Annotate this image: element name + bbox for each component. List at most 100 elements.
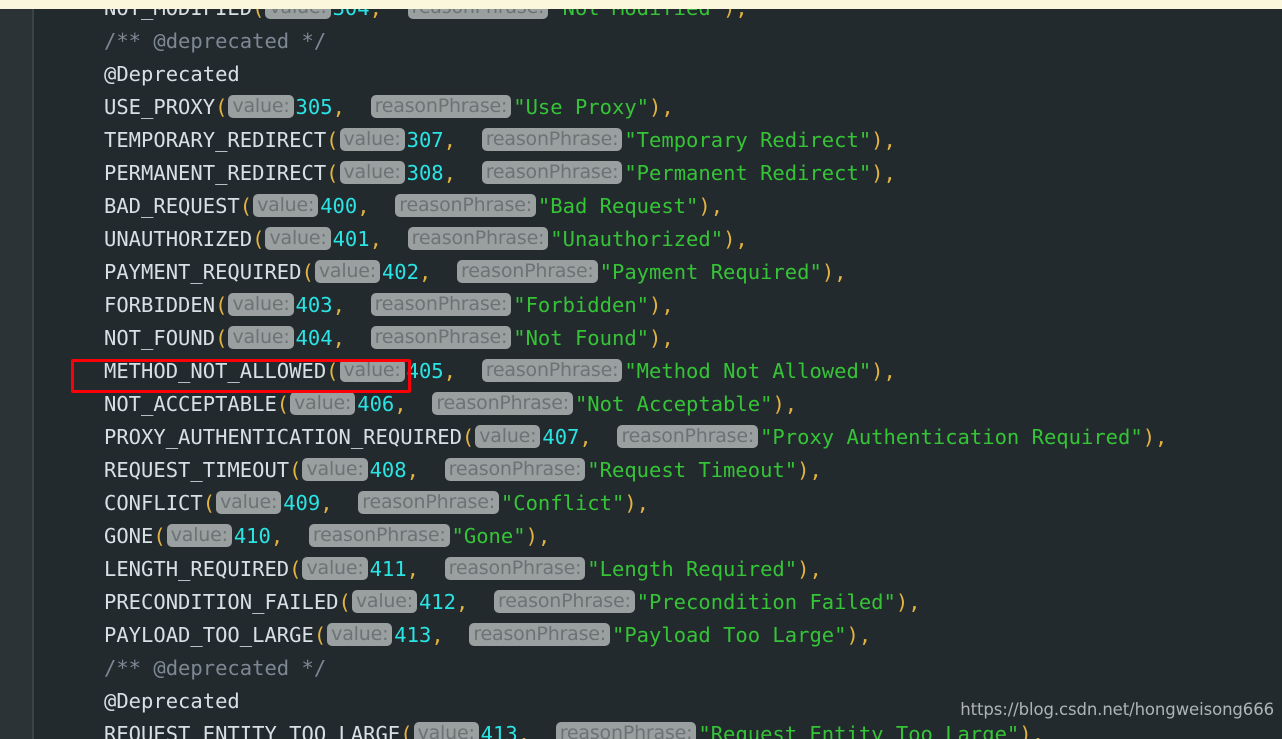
reason-phrase-string: "Permanent Redirect" [624,161,872,185]
inline-hint-reason-phrase: reasonPhrase: [617,425,759,448]
inline-hint-reason-phrase: reasonPhrase: [370,293,512,316]
code-line[interactable]: REQUEST_TIMEOUT(value: 408, reasonPhrase:… [34,454,1282,487]
reason-phrase-string: "Forbidden" [513,293,650,317]
code-line[interactable]: NOT_FOUND(value: 404, reasonPhrase: "Not F… [34,322,1282,355]
java-annotation: @Deprecated [104,62,240,86]
close-paren: ) [846,623,859,647]
open-paren: ( [215,95,228,119]
enum-constant-name: REQUEST_ENTITY_TOO_LARGE [104,722,401,739]
close-paren: ) [797,557,810,581]
code-line[interactable]: TEMPORARY_REDIRECT(value: 307, reasonPhra… [34,124,1282,157]
enum-constant-name: NOT_ACCEPTABLE [104,392,277,416]
inline-hint-value: value: [228,95,294,118]
enum-constant-name: PAYLOAD_TOO_LARGE [104,623,314,647]
inline-hint-value: value: [351,590,417,613]
code-line[interactable]: CONFLICT(value: 409, reasonPhrase: "Confli… [34,487,1282,520]
close-paren: ) [649,95,662,119]
comma: , [332,326,345,350]
open-paren: ( [239,194,253,218]
javadoc-comment: /** @deprecated */ [104,29,327,53]
close-paren: ) [871,161,884,185]
inline-hint-reason-phrase: reasonPhrase: [444,557,586,580]
inline-hint-value: value: [253,194,319,217]
status-code-number: 408 [369,458,407,482]
comma: , [735,227,748,251]
comma: , [883,359,896,383]
close-paren: ) [1019,722,1032,739]
enum-constant-name: METHOD_NOT_ALLOWED [104,359,327,383]
inline-hint-reason-phrase: reasonPhrase: [457,260,598,283]
code-line-list: NOT_MODIFIED(value: 304, reasonPhrase: "No… [34,0,1282,739]
enum-constant-name: PERMANENT_REDIRECT [104,161,327,185]
comma: , [320,491,333,515]
code-line[interactable]: UNAUTHORIZED(value: 401, reasonPhrase: "Un… [34,223,1282,256]
comma: , [661,293,674,317]
open-paren: ( [461,425,475,449]
enum-constant-name: GONE [104,524,154,548]
inline-hint-value: value: [302,557,368,580]
code-line[interactable]: REQUEST_ENTITY_TOO_LARGE(value: 413, reas… [34,718,1282,739]
code-line[interactable]: PAYMENT_REQUIRED(value: 402, reasonPhrase… [34,256,1282,289]
inline-hint-value: value: [265,227,331,250]
close-paren: ) [871,359,884,383]
comma: , [270,524,284,548]
comma: , [406,458,419,482]
screenshot-root: NOT_MODIFIED(value: 304, reasonPhrase: "No… [0,0,1282,739]
comma: , [332,95,345,119]
code-line[interactable]: PRECONDITION_FAILED(value: 412, reasonPhr… [34,586,1282,619]
comma: , [332,293,345,317]
enum-constant-name: PRECONDITION_FAILED [104,590,339,614]
enum-constant-name: BAD_REQUEST [104,194,240,218]
enum-constant-name: USE_PROXY [104,95,216,119]
open-paren: ( [301,260,314,284]
open-paren: ( [202,491,216,515]
reason-phrase-string: "Method Not Allowed" [624,359,872,383]
enum-constant-name: PROXY_AUTHENTICATION_REQUIRED [104,425,462,449]
close-paren: ) [525,524,538,548]
watermark-text: https://blog.csdn.net/hongweisong666 [960,700,1274,719]
code-line[interactable]: LENGTH_REQUIRED(value: 411, reasonPhrase:… [34,553,1282,586]
enum-constant-name: LENGTH_REQUIRED [104,557,290,581]
comma: , [784,392,798,416]
comma: , [834,260,847,284]
inline-hint-reason-phrase: reasonPhrase: [481,359,623,382]
code-line[interactable]: PROXY_AUTHENTICATION_REQUIRED(value: 407,… [34,421,1282,454]
enum-constant-name: NOT_FOUND [104,326,216,350]
close-paren: ) [772,392,785,416]
inline-hint-value: value: [475,425,541,448]
code-line[interactable]: USE_PROXY(value: 305, reasonPhrase: "Use P… [34,91,1282,124]
comma: , [537,524,551,548]
open-paren: ( [400,722,413,739]
inline-hint-value: value: [327,623,393,646]
status-code-number: 406 [357,392,395,416]
close-paren: ) [649,293,662,317]
comma: , [357,194,370,218]
editor-gutter[interactable] [0,0,32,739]
code-line[interactable]: PERMANENT_REDIRECT(value: 308, reasonPhra… [34,157,1282,190]
code-line[interactable]: /** @deprecated */ [34,652,1282,685]
comma: , [883,128,896,152]
close-paren: ) [1142,425,1156,449]
code-editor-surface[interactable]: NOT_MODIFIED(value: 304, reasonPhrase: "No… [34,0,1282,739]
code-line[interactable]: METHOD_NOT_ALLOWED(value: 405, reasonPhra… [34,355,1282,388]
comma: , [661,95,674,119]
reason-phrase-string: "Proxy Authentication Required" [760,425,1143,449]
code-line[interactable]: NOT_ACCEPTABLE(value: 406, reasonPhrase: "… [34,388,1282,421]
comma: , [406,557,419,581]
close-paren: ) [649,326,662,350]
inline-hint-value: value: [228,326,294,349]
comma: , [1031,722,1044,739]
close-paren: ) [871,128,884,152]
status-code-number: 307 [406,128,444,152]
code-line[interactable]: /** @deprecated */ [34,25,1282,58]
status-code-number: 413 [480,722,518,739]
code-line[interactable]: BAD_REQUEST(value: 400, reasonPhrase: "Bad… [34,190,1282,223]
code-line[interactable]: FORBIDDEN(value: 403, reasonPhrase: "Forbi… [34,289,1282,322]
enum-constant-name: TEMPORARY_REDIRECT [104,128,327,152]
code-line[interactable]: PAYLOAD_TOO_LARGE(value: 413, reasonPhras… [34,619,1282,652]
inline-hint-value: value: [166,524,232,547]
comma: , [661,326,674,350]
comma: , [883,161,896,185]
code-line[interactable]: GONE(value: 410, reasonPhrase: "Gone"), [34,520,1282,553]
code-line[interactable]: @Deprecated [34,58,1282,91]
